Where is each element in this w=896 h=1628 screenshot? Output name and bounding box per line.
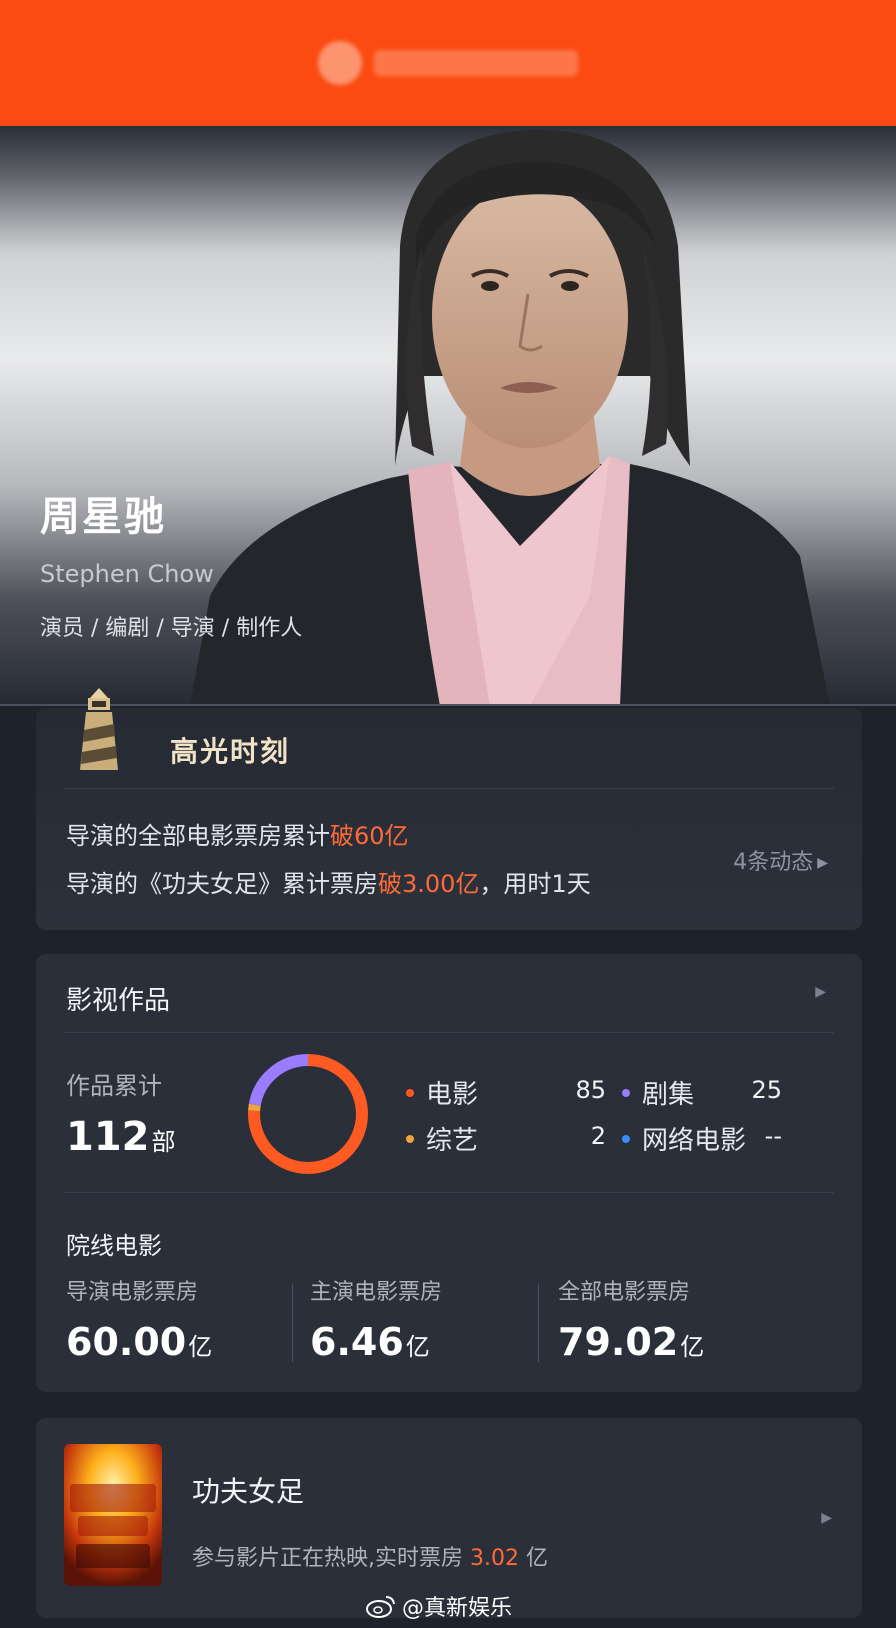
legend-item-movie: 电影 bbox=[406, 1074, 478, 1111]
film-poster-art bbox=[64, 1444, 162, 1586]
triangle-right-icon: ▶ bbox=[817, 855, 828, 871]
works-divider bbox=[64, 1192, 834, 1193]
legend-dot bbox=[406, 1135, 414, 1143]
box-office-unit: 亿 bbox=[680, 1333, 705, 1361]
triangle-right-icon[interactable]: ▶ bbox=[821, 1510, 832, 1526]
legend-value: -- bbox=[764, 1122, 782, 1150]
legend-label: 剧集 bbox=[642, 1080, 695, 1110]
film-title[interactable]: 功夫女足 bbox=[192, 1470, 304, 1510]
film-card[interactable]: 功夫女足 参与影片正在热映,实时票房 3.02 亿 ▶ bbox=[36, 1418, 862, 1618]
triangle-right-icon[interactable]: ▶ bbox=[815, 984, 826, 1000]
box-office-number: 79.02 bbox=[558, 1320, 679, 1364]
works-total-label: 作品累计 bbox=[66, 1072, 162, 1100]
person-roles: 演员 / 编剧 / 导演 / 制作人 bbox=[40, 616, 303, 641]
highlight-item[interactable]: 导演的《功夫女足》累计票房破3.00亿，用时1天 bbox=[66, 864, 666, 899]
film-poster[interactable] bbox=[64, 1444, 162, 1586]
legend-dot bbox=[622, 1089, 630, 1097]
highlight-divider bbox=[64, 788, 834, 789]
director-box-office: 导演电影票房 60.00亿 bbox=[66, 1274, 212, 1364]
highlight-item-emphasis: 破60亿 bbox=[330, 822, 409, 850]
legend-label: 电影 bbox=[426, 1080, 479, 1110]
highlight-item[interactable]: 导演的全部电影票房累计破60亿 bbox=[66, 816, 409, 851]
highlight-title: 高光时刻 bbox=[170, 735, 291, 768]
works-total-number: 112 bbox=[66, 1114, 150, 1160]
box-office-value: 60.00亿 bbox=[66, 1320, 212, 1364]
lead-actor-box-office: 主演电影票房 6.46亿 bbox=[310, 1274, 442, 1364]
highlight-item-text: 导演的《功夫女足》累计票房 bbox=[66, 870, 378, 898]
legend-dot bbox=[406, 1089, 414, 1097]
legend-value: 25 bbox=[751, 1076, 782, 1104]
box-office-divider bbox=[292, 1284, 293, 1362]
box-office-unit: 亿 bbox=[405, 1333, 430, 1361]
weibo-icon bbox=[366, 1596, 395, 1618]
watermark-text: @真新娱乐 bbox=[402, 1596, 513, 1621]
box-office-number: 60.00 bbox=[66, 1320, 187, 1364]
box-office-number: 6.46 bbox=[310, 1320, 404, 1364]
highlight-item-suffix: ，用时1天 bbox=[479, 870, 591, 898]
works-title[interactable]: 影视作品 bbox=[66, 980, 170, 1017]
top-brand-bar bbox=[0, 0, 896, 126]
works-total-unit: 部 bbox=[151, 1128, 176, 1156]
total-box-office: 全部电影票房 79.02亿 bbox=[558, 1274, 704, 1364]
box-office-divider bbox=[538, 1284, 539, 1362]
profile-hero: 周星驰 Stephen Chow 演员 / 编剧 / 导演 / 制作人 bbox=[0, 126, 896, 706]
legend-value: 85 bbox=[575, 1076, 606, 1104]
legend-item-variety: 综艺 bbox=[406, 1120, 478, 1157]
lighthouse-icon bbox=[80, 688, 118, 770]
highlight-more-label: 4条动态 bbox=[733, 850, 814, 875]
person-english-name: Stephen Chow bbox=[40, 560, 214, 588]
box-office-value: 79.02亿 bbox=[558, 1320, 704, 1364]
box-office-label: 全部电影票房 bbox=[558, 1280, 691, 1305]
film-box-office-unit: 亿 bbox=[518, 1546, 548, 1571]
cinema-movies-title: 院线电影 bbox=[66, 1232, 162, 1260]
box-office-label: 主演电影票房 bbox=[310, 1280, 443, 1305]
box-office-value: 6.46亿 bbox=[310, 1320, 442, 1364]
highlight-card[interactable]: 高光时刻 导演的全部电影票房累计破60亿 导演的《功夫女足》累计票房破3.00亿… bbox=[36, 688, 862, 930]
box-office-label: 导演电影票房 bbox=[66, 1280, 199, 1305]
brand-logo bbox=[318, 41, 578, 85]
film-box-office-value: 3.02 bbox=[470, 1546, 519, 1571]
works-divider bbox=[64, 1032, 834, 1033]
highlight-item-emphasis: 破3.00亿 bbox=[378, 870, 480, 898]
highlight-item-text: 导演的全部电影票房累计 bbox=[66, 822, 330, 850]
works-donut-chart bbox=[248, 1054, 368, 1174]
legend-item-series: 剧集 bbox=[622, 1074, 694, 1111]
box-office-unit: 亿 bbox=[188, 1333, 213, 1361]
legend-label: 综艺 bbox=[426, 1126, 479, 1156]
highlight-more-link[interactable]: 4条动态 ▶ bbox=[733, 844, 828, 876]
works-total-value: 112部 bbox=[66, 1114, 176, 1160]
works-card: 影视作品 ▶ 作品累计 112部 电影 85 剧集 25 综艺 2 网络电影 -… bbox=[36, 954, 862, 1392]
hero-divider bbox=[0, 704, 896, 706]
legend-dot bbox=[622, 1135, 630, 1143]
watermark: @真新娱乐 bbox=[366, 1590, 512, 1622]
film-desc-text: 参与影片正在热映,实时票房 bbox=[192, 1546, 470, 1571]
person-name: 周星驰 bbox=[40, 494, 166, 540]
film-description: 参与影片正在热映,实时票房 3.02 亿 bbox=[192, 1540, 548, 1572]
legend-value: 2 bbox=[590, 1122, 606, 1150]
